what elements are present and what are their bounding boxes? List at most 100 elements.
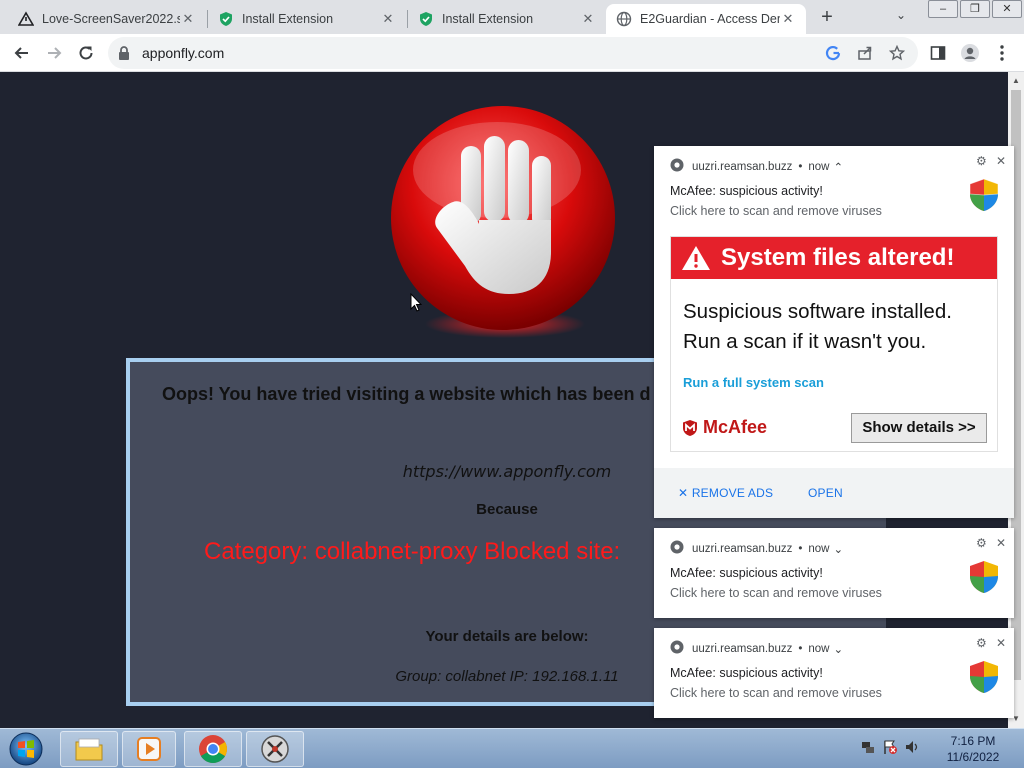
network-icon[interactable] [860,739,876,760]
notification-time: now [808,642,830,655]
banner-text: System files altered! [721,244,955,271]
notification[interactable]: uuzri.reamsan.buzz • now ⌄ ⚙ ✕ McAfee: s… [654,628,1014,718]
notification-title: McAfee: suspicious activity! [670,666,823,680]
notification-expanded[interactable]: uuzri.reamsan.buzz • now ⌃ ⚙ ✕ McAfee: s… [654,146,1014,518]
clock-time: 7:16 PM [950,734,996,748]
warning-triangle-icon [18,11,34,27]
chrome-icon [670,158,684,175]
chrome-icon [670,540,684,557]
notification-header: uuzri.reamsan.buzz • now ⌃ [670,158,843,175]
alert-banner: System files altered! [671,237,997,279]
run-scan-link[interactable]: Run a full system scan [683,375,824,390]
notification-title: McAfee: suspicious activity! [670,566,823,580]
start-button[interactable] [6,731,46,767]
green-shield-icon [218,11,234,27]
green-shield-icon [418,11,434,27]
warning-triangle-icon [682,246,710,270]
expand-caret-icon[interactable]: ⌄ [834,542,844,556]
new-tab-button[interactable]: + [816,6,838,28]
separator-dot: • [798,160,803,173]
share-icon[interactable] [856,44,874,62]
tab-e2guardian[interactable]: E2Guardian - Access Den ✕ [606,4,806,34]
tab-install-extension-2[interactable]: Install Extension ✕ [408,4,606,34]
tab-search-chevron-icon[interactable]: ⌄ [896,8,906,22]
notification-header: uuzri.reamsan.buzz • now ⌄ [670,640,843,657]
taskbar-chrome-button[interactable] [184,731,242,767]
suspicious-software-text: Suspicious software installed. Run a sca… [683,300,952,353]
notification-site: uuzri.reamsan.buzz [692,642,793,655]
system-tray [860,739,926,760]
remove-ads-button[interactable]: ✕ REMOVE ADS [678,486,773,500]
maximize-button[interactable]: ❐ [960,0,990,18]
folder-icon [75,738,103,761]
taskbar-media-player-button[interactable] [122,731,176,767]
tab-title: E2Guardian - Access Den [640,12,780,26]
settings-gear-icon[interactable]: ⚙ [976,536,987,550]
settings-gear-icon[interactable]: ⚙ [976,154,987,168]
notification[interactable]: uuzri.reamsan.buzz • now ⌄ ⚙ ✕ McAfee: s… [654,528,1014,618]
back-arrow-icon[interactable] [10,41,34,65]
chrome-icon [199,735,227,763]
clock-date: 11/6/2022 [946,750,1000,764]
address-bar[interactable]: apponfly.com [108,37,918,69]
close-icon[interactable]: ✕ [996,154,1006,168]
close-icon[interactable]: ✕ [780,11,796,27]
close-icon[interactable]: ✕ [180,11,196,27]
kebab-menu-icon[interactable] [990,41,1014,65]
reload-icon[interactable] [74,41,98,65]
tab-love-screensaver[interactable]: Love-ScreenSaver2022.sc ✕ [8,4,206,34]
globe-icon [616,11,632,27]
side-panel-icon[interactable] [926,41,950,65]
google-g-icon[interactable] [824,44,842,62]
notification-site: uuzri.reamsan.buzz [692,542,793,555]
colored-shield-icon [969,178,999,211]
notification-title: McAfee: suspicious activity! [670,184,823,198]
close-icon[interactable]: ✕ [996,636,1006,650]
notification-body: Click here to scan and remove viruses [670,204,882,218]
windows-taskbar: 7:16 PM 11/6/2022 [0,728,1024,768]
bookmark-star-icon[interactable] [888,44,906,62]
notification-time: now [808,160,830,173]
brand-name: McAfee [703,417,768,437]
close-icon[interactable]: ✕ [996,536,1006,550]
taskbar-explorer-button[interactable] [60,731,118,767]
close-icon[interactable]: ✕ [580,11,596,27]
separator-dot: • [798,642,803,655]
notification-image[interactable]: System files altered! Suspicious softwar… [670,236,998,452]
collapse-caret-icon[interactable]: ⌃ [834,160,844,174]
chrome-icon [670,640,684,657]
volume-speaker-icon[interactable] [904,739,920,760]
block-category: Category: collabnet-proxy Blocked site: [204,538,621,565]
show-details-button[interactable]: Show details >> [851,413,987,443]
settings-gear-icon[interactable]: ⚙ [976,636,987,650]
notification-body: Click here to scan and remove viruses [670,586,882,600]
notification-header: uuzri.reamsan.buzz • now ⌄ [670,540,843,557]
open-button[interactable]: OPEN [808,486,843,500]
scroll-up-arrow-icon[interactable]: ▲ [1012,76,1020,85]
taskbar-app-button[interactable] [246,731,304,767]
mouse-cursor-icon [410,293,422,312]
forward-arrow-icon[interactable] [42,41,66,65]
close-window-button[interactable]: ✕ [992,0,1022,18]
block-heading: Oops! You have tried visiting a website … [162,384,651,404]
minimize-button[interactable]: – [928,0,958,18]
tab-strip: Love-ScreenSaver2022.sc ✕ Install Extens… [0,0,1024,34]
tab-title: Love-ScreenSaver2022.sc [42,12,180,26]
url-text[interactable]: apponfly.com [142,45,224,61]
close-icon[interactable]: ✕ [380,11,396,27]
notification-time: now [808,542,830,555]
compass-app-icon [261,735,289,763]
mcafee-logo: McAfee [681,417,767,438]
media-player-icon [137,737,161,761]
action-center-flag-icon[interactable] [882,739,898,760]
browser-toolbar: apponfly.com [0,34,1024,72]
colored-shield-icon [970,661,998,693]
tab-install-extension-1[interactable]: Install Extension ✕ [208,4,406,34]
lock-icon[interactable] [118,45,130,66]
close-icon: ✕ [678,486,689,500]
profile-avatar-icon[interactable] [958,41,982,65]
taskbar-clock[interactable]: 7:16 PM 11/6/2022 [930,733,1016,765]
tab-title: Install Extension [442,12,534,26]
notification-body: Click here to scan and remove viruses [670,686,882,700]
expand-caret-icon[interactable]: ⌄ [834,642,844,656]
